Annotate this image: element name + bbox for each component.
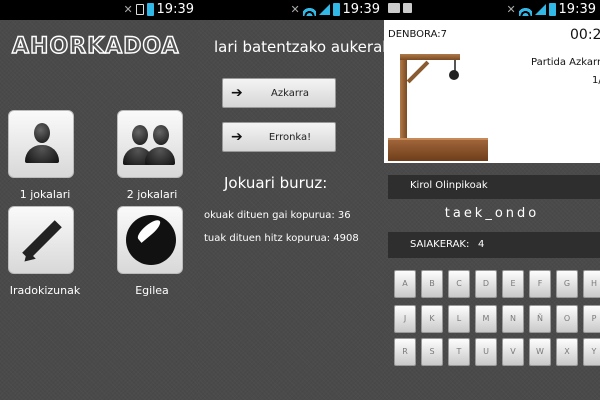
key-a[interactable]: A [394,270,416,298]
key-v[interactable]: V [502,338,524,366]
arrow-right-icon: ➔ [231,85,243,101]
category-label: Kirol Olinpikoak [410,180,488,191]
clock: 19:39 [342,2,380,17]
battery-icon [146,3,154,16]
key-l[interactable]: L [448,305,470,333]
key-t[interactable]: T [448,338,470,366]
clock: 19:39 [558,2,596,17]
sd-card-icon [403,3,412,13]
key-h[interactable]: H [583,270,600,298]
status-bar: ✕ 19:39 [198,0,384,20]
tries-label: SAIAKERAK: [410,239,470,250]
challenge-button[interactable]: ➔ Erronka! [222,122,336,152]
mute-icon: ✕ [290,2,300,16]
about-title: Jokuari buruz: [224,174,328,192]
one-player-label: 1 jokalari [19,188,71,201]
sim-icon [135,4,144,15]
suggestions-button[interactable] [8,206,74,274]
tries-value: 4 [478,239,485,250]
status-bar: ✕ 19:39 [384,0,600,20]
signal-icon [318,4,330,15]
category-bar: Kirol Olinpikoak [388,175,600,199]
key-s[interactable]: S [421,338,443,366]
key-d[interactable]: D [475,270,497,298]
game-time: 00:2 [570,27,600,43]
battery-icon [332,3,340,16]
clock: 19:39 [156,2,194,17]
topic-count: okuak dituen gai kopurua: 36 [204,210,351,221]
key-w[interactable]: W [529,338,551,366]
status-bar: ✕ 19:39 [0,0,198,20]
one-player-button[interactable] [8,110,74,178]
key-y[interactable]: Y [583,338,600,366]
key-n[interactable]: N [502,305,524,333]
options-title: lari batentzako aukerak: [214,38,384,56]
battery-icon [548,3,556,16]
signal-icon [534,4,546,15]
image-notification-icon [388,3,400,13]
quick-game-button[interactable]: ➔ Azkarra [222,78,336,108]
key-j[interactable]: J [394,305,416,333]
wifi-icon [518,3,532,16]
key-f[interactable]: F [529,270,551,298]
quick-game-label: Azkarra [270,88,309,99]
key-c[interactable]: C [448,270,470,298]
hangman-area: DENBORA:7 00:2 Partida Azkarr 1/ [384,20,600,163]
key-b[interactable]: B [421,270,443,298]
key-o[interactable]: O [556,305,578,333]
key-u[interactable]: U [475,338,497,366]
timer-label: DENBORA:7 [388,29,447,40]
key-r[interactable]: R [394,338,416,366]
word-count: tuak dituen hitz kopurua: 4908 [204,233,359,244]
mute-icon: ✕ [123,2,133,16]
key-p[interactable]: P [583,305,600,333]
key-ñ[interactable]: Ñ [529,305,551,333]
wifi-icon [302,3,316,16]
game-progress: 1/ [592,75,600,86]
app-logo: AHORKADOA [11,33,180,59]
hidden-word: taek_ondo [444,206,540,221]
tries-bar: SAIAKERAK: 4 [388,232,600,258]
key-m[interactable]: M [475,305,497,333]
author-button[interactable] [117,206,183,274]
two-players-label: 2 jokalari [126,188,178,201]
main-menu-screen: ✕ 19:39 AHORKADOA 1 jokalari 2 jokalari … [0,0,198,400]
key-g[interactable]: G [556,270,578,298]
arrow-right-icon: ➔ [231,129,243,145]
suggestions-label: Iradokizunak [9,284,81,297]
challenge-label: Erronka! [268,132,312,143]
two-players-button[interactable] [117,110,183,178]
options-screen: ✕ 19:39 lari batentzako aukerak: ➔ Azkar… [198,0,384,400]
author-label: Egilea [135,284,169,297]
mute-icon: ✕ [506,2,516,16]
key-x[interactable]: X [556,338,578,366]
key-k[interactable]: K [421,305,443,333]
game-mode-label: Partida Azkarr [531,57,600,68]
key-e[interactable]: E [502,270,524,298]
game-screen: ✕ 19:39 DENBORA:7 00:2 Partida Azkarr 1/… [384,0,600,400]
